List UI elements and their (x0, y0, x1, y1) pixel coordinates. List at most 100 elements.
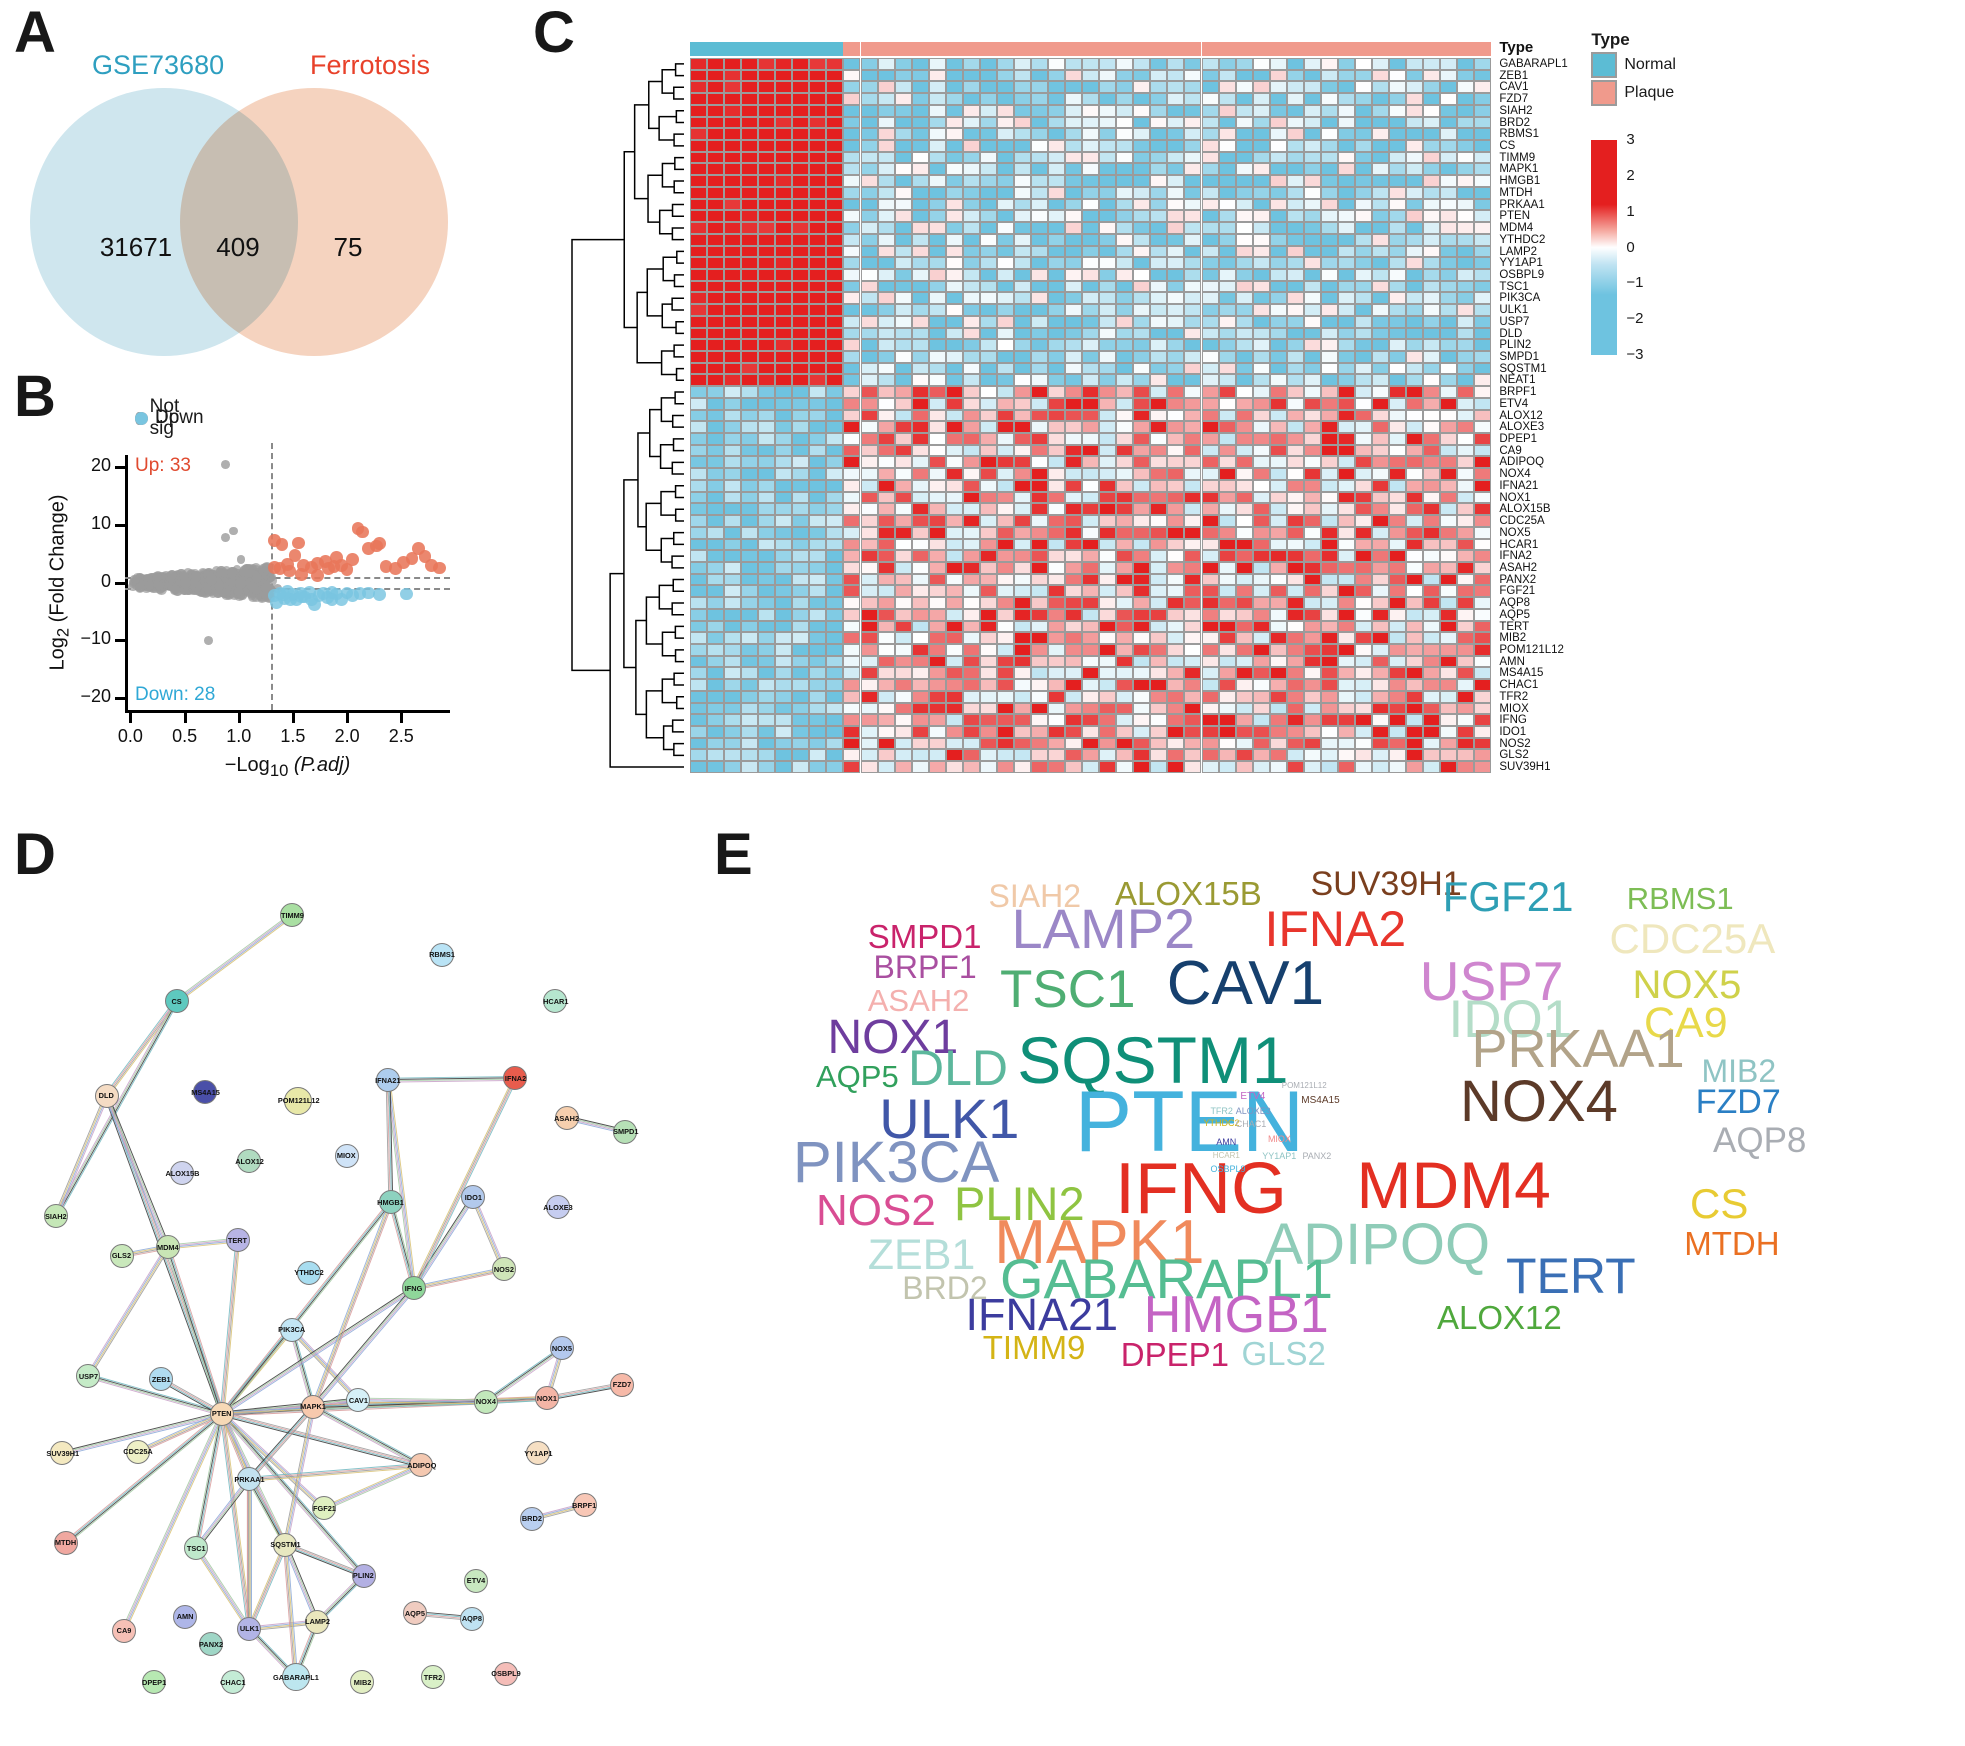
heatmap-cell (792, 292, 810, 305)
heatmap-cell (792, 58, 810, 70)
heatmap-cell (928, 175, 946, 187)
heatmap-cell (1150, 327, 1168, 340)
network-node[interactable]: NOX4 (474, 1389, 498, 1414)
heatmap-cell (1133, 58, 1151, 70)
heatmap-cell (1150, 210, 1168, 223)
heatmap-cell (1065, 620, 1083, 633)
heatmap-cell (741, 351, 759, 363)
network-node[interactable]: GLS2 (109, 1243, 134, 1268)
heatmap-cell (1440, 69, 1458, 82)
heatmap-cell (1474, 749, 1492, 762)
heatmap-cell (1389, 444, 1407, 457)
heatmap-cell (826, 608, 844, 621)
network-node[interactable]: GABARAPL1 (273, 1663, 318, 1691)
network-node[interactable]: IDO1 (461, 1185, 486, 1210)
heatmap-cell (1286, 620, 1304, 633)
network-node[interactable]: AQP8 (460, 1606, 485, 1631)
network-node[interactable]: BRD2 (519, 1506, 544, 1531)
network-node[interactable]: SQSTM1 (270, 1532, 301, 1557)
heatmap-cell (724, 550, 742, 562)
network-node[interactable]: TERT (225, 1228, 250, 1253)
heatmap-cell (690, 268, 708, 281)
network-node[interactable]: RBMS1 (430, 942, 455, 967)
network-node-label: BRD2 (521, 1514, 542, 1523)
network-node[interactable]: DLD (94, 1083, 119, 1108)
network-node[interactable]: OSBPL9 (492, 1661, 521, 1686)
heatmap-cell (1150, 737, 1168, 750)
network-node[interactable]: PIK3CA (278, 1317, 305, 1342)
heatmap-cell (1184, 444, 1202, 457)
heatmap-cell (1167, 292, 1185, 305)
heatmap-cell (1389, 245, 1407, 258)
heatmap-cell (1048, 210, 1066, 223)
venn-count-left: 31671 (99, 232, 173, 262)
network-node[interactable]: PANX2 (199, 1632, 223, 1657)
network-node[interactable]: NOS2 (491, 1257, 516, 1282)
heatmap-cell (1389, 222, 1407, 234)
heatmap-cell (1116, 409, 1134, 422)
heatmap-cell (1082, 726, 1100, 738)
heatmap-cell (996, 479, 1014, 492)
network-node[interactable]: CS (164, 989, 189, 1014)
network-node-label: MTDH (55, 1538, 77, 1547)
wordcloud-word: BRPF1 (873, 949, 977, 986)
heatmap-cell (945, 421, 963, 434)
heatmap-cell (1048, 714, 1066, 727)
heatmap-cell (1167, 468, 1185, 480)
heatmap-cell (860, 280, 878, 293)
network-node[interactable]: BRPF1 (573, 1493, 597, 1517)
heatmap-cell (945, 327, 963, 340)
heatmap-cell (1269, 479, 1287, 492)
heatmap-cell (1116, 515, 1134, 527)
heatmap-cell (1167, 479, 1185, 492)
network-node[interactable]: MTDH (53, 1530, 78, 1555)
heatmap-sample-annotation (877, 42, 895, 56)
heatmap-cell (1320, 233, 1338, 246)
heatmap-cell (860, 714, 878, 727)
heatmap-cell (1116, 175, 1134, 187)
network-node[interactable]: POM121L12 (277, 1086, 319, 1115)
network-node[interactable]: PLIN2 (351, 1563, 376, 1588)
network-node[interactable]: CHAC1 (220, 1670, 246, 1695)
heatmap-cell (979, 268, 997, 281)
heatmap-cell (1013, 667, 1031, 680)
heatmap-cell (1423, 726, 1441, 738)
heatmap-cell (1235, 315, 1253, 328)
network-node[interactable]: ETV4 (463, 1568, 488, 1593)
network-node[interactable]: YTHDC2 (294, 1260, 323, 1285)
y-title-prefix: Log (46, 636, 69, 671)
heatmap-cell (809, 433, 827, 445)
heatmap-cell (826, 479, 844, 492)
network-node[interactable]: PTEN (210, 1401, 235, 1426)
volcano-y-tick (115, 581, 125, 585)
network-node[interactable]: CA9 (111, 1618, 136, 1643)
heatmap-cell (1048, 268, 1066, 281)
network-node[interactable]: MIOX (334, 1143, 359, 1168)
heatmap-cell (979, 93, 997, 105)
heatmap-cell (775, 702, 793, 715)
heatmap-cell (1269, 585, 1287, 598)
heatmap-cell (1286, 327, 1304, 340)
network-node[interactable]: IFNG (401, 1276, 426, 1301)
volcano-point (346, 553, 359, 567)
heatmap-cell (996, 339, 1014, 351)
heatmap-cell (979, 397, 997, 410)
network-node[interactable]: FZD7 (610, 1372, 634, 1397)
network-node[interactable]: SMPD1 (613, 1119, 638, 1144)
network-node[interactable]: USP7 (76, 1364, 101, 1388)
network-node[interactable]: MDM4 (155, 1235, 180, 1259)
network-node[interactable]: ASAH2 (554, 1106, 579, 1130)
network-node[interactable]: HMGB1 (378, 1190, 404, 1215)
heatmap-cell (962, 550, 980, 562)
heatmap-cell (1457, 444, 1475, 457)
network-node[interactable]: CDC25A (123, 1439, 153, 1464)
heatmap-cell (894, 737, 912, 750)
heatmap-cell (826, 690, 844, 703)
network-node[interactable]: AQP5 (402, 1601, 427, 1626)
network-node[interactable]: TFR2 (420, 1665, 445, 1689)
heatmap-cell (894, 632, 912, 644)
heatmap-cell (775, 116, 793, 129)
network-node[interactable]: ALOX15B (165, 1161, 199, 1186)
heatmap-cell (894, 222, 912, 234)
heatmap-cell (1389, 81, 1407, 94)
